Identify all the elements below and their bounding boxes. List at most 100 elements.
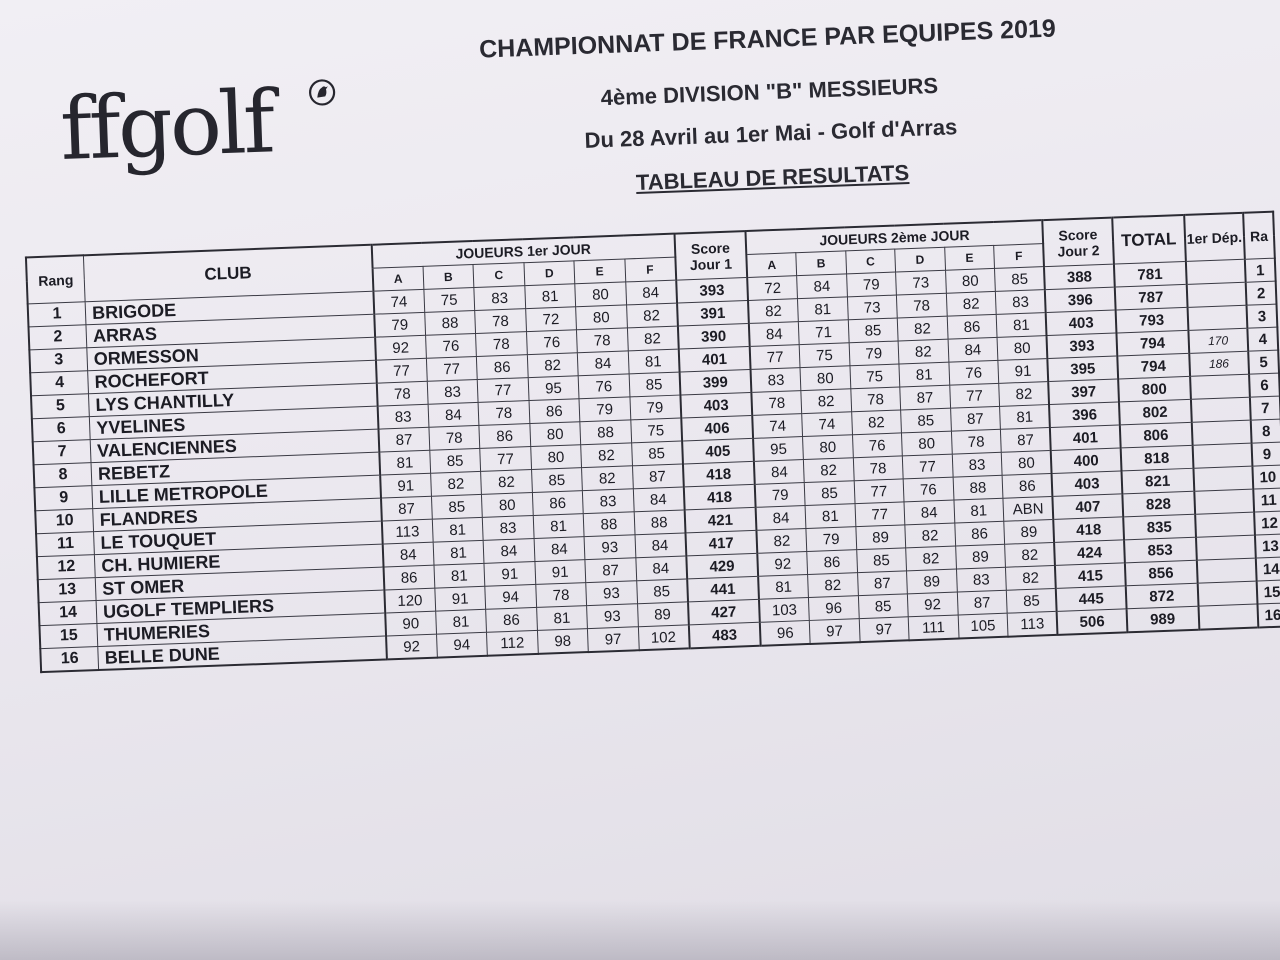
day1-player-e-cell: 80 (574, 281, 627, 307)
day1-player-c-cell: 86 (476, 354, 528, 380)
score-day1-cell: 401 (678, 346, 751, 373)
day2-player-b-cell: 82 (807, 572, 858, 598)
rank-repeat-cell: 3 (1246, 304, 1278, 329)
total-cell: 818 (1120, 445, 1194, 471)
total-cell: 781 (1113, 261, 1187, 288)
total-header: TOTAL (1112, 214, 1186, 265)
day1-player-b-cell: 94 (436, 632, 488, 658)
day2-player-f-cell: 82 (1005, 565, 1057, 591)
first-departure-cell: 186 (1188, 351, 1250, 377)
total-cell: 853 (1123, 537, 1197, 563)
rank-repeat-cell: 14 (1255, 556, 1280, 582)
day2-player-c-cell: 82 (851, 409, 902, 435)
day2-player-b-cell: 97 (809, 618, 860, 644)
day2-player-b-cell: 84 (796, 273, 848, 299)
sheet-content: ffgolf CHAMPIONNAT DE FRANCE PAR EQUIPES… (0, 0, 1280, 960)
day2-player-d-cell: 85 (900, 408, 952, 433)
rank-cell: 14 (38, 600, 98, 626)
championship-title: CHAMPIONNAT DE FRANCE PAR EQUIPES 2019 (478, 14, 1057, 64)
day1-player-a-cell: 74 (373, 289, 425, 315)
day2-player-d-cell: 111 (908, 615, 959, 641)
day1-player-f-cell: 87 (632, 463, 684, 489)
day2-player-d-cell: 82 (905, 546, 957, 571)
first-departure-cell (1196, 558, 1257, 584)
day1-player-e-cell: 83 (582, 488, 634, 514)
day2-player-c-cell: 85 (856, 547, 907, 573)
first-departure-header: 1er Dép. (1183, 212, 1245, 262)
day2-player-b-cell: 74 (801, 411, 853, 437)
total-cell: 793 (1115, 307, 1188, 334)
score-day1-cell: 421 (684, 507, 757, 533)
day2-player-e-cell: 83 (951, 452, 1003, 478)
day2-player-e-cell: 84 (947, 337, 999, 363)
rank-cell: 13 (37, 577, 97, 603)
day2-player-a-cell: 84 (753, 459, 805, 485)
total-cell: 806 (1119, 422, 1193, 448)
day2-player-a-cell: 82 (756, 528, 807, 554)
total-cell: 794 (1116, 330, 1189, 356)
day1-player-c-cell: 77 (479, 446, 532, 472)
day2-player-f-cell: 81 (999, 404, 1051, 430)
score-day2-cell: 400 (1051, 447, 1122, 474)
day1-player-a-cell: 77 (375, 358, 427, 384)
score-day1-cell: 406 (680, 415, 754, 442)
score-day2-cell: 395 (1047, 355, 1118, 382)
d2-player-c-header: C (845, 249, 896, 274)
day2-player-a-cell: 82 (748, 298, 799, 324)
day1-player-d-cell: 81 (536, 605, 588, 631)
day2-player-a-cell: 83 (750, 367, 801, 393)
day2-player-d-cell: 89 (906, 569, 957, 594)
day2-player-a-cell: 95 (753, 436, 804, 462)
rank-cell: 3 (29, 347, 88, 373)
table-heading: TABLEAU DE RESULTATS (635, 160, 910, 196)
rank-cell: 2 (28, 324, 87, 350)
day2-player-d-cell: 87 (899, 385, 951, 410)
day2-player-e-cell: 87 (956, 590, 1008, 616)
day2-player-f-cell: 85 (994, 266, 1046, 292)
day2-player-a-cell: 103 (759, 597, 810, 623)
day2-player-b-cell: 71 (798, 319, 849, 345)
rank-repeat-cell: 7 (1249, 396, 1280, 421)
day1-player-a-cell: 113 (381, 519, 433, 545)
day1-player-d-cell: 95 (527, 375, 580, 401)
day2-player-f-cell: 87 (1000, 427, 1052, 453)
day2-player-f-cell: 85 (1006, 588, 1057, 614)
day1-player-e-cell: 76 (578, 373, 630, 399)
day2-player-d-cell: 82 (898, 339, 949, 364)
day2-player-b-cell: 82 (803, 457, 854, 483)
rank-repeat-cell: 8 (1250, 419, 1280, 444)
day2-player-b-cell: 79 (806, 526, 857, 552)
rank-cell: 9 (34, 485, 93, 511)
score-day1-cell: 403 (680, 392, 753, 419)
day2-player-a-cell: 74 (752, 413, 803, 439)
day1-player-d-cell: 81 (524, 283, 576, 309)
score-day1-cell: 405 (681, 438, 754, 464)
first-departure-cell (1189, 374, 1250, 400)
day1-player-a-cell: 78 (376, 381, 428, 407)
score-day2-cell: 407 (1052, 493, 1124, 520)
first-departure-cell (1185, 259, 1246, 285)
day2-player-e-cell: 76 (948, 360, 999, 386)
score-day1-cell: 418 (682, 461, 755, 487)
results-table: Rang CLUB JOUEURS 1er JOUR Score Jour 1 … (24, 210, 1280, 674)
day1-player-d-cell: 81 (532, 513, 585, 539)
first-departure-cell (1193, 466, 1254, 492)
day1-player-b-cell: 83 (426, 379, 479, 405)
score-day2-cell: 396 (1049, 401, 1120, 428)
score-day2-cell: 445 (1056, 585, 1127, 612)
day1-player-e-cell: 78 (576, 327, 628, 353)
rank-repeat-cell: 4 (1247, 327, 1279, 352)
day1-player-f-cell: 85 (636, 578, 688, 604)
day2-player-c-cell: 73 (847, 295, 898, 320)
day1-player-b-cell: 75 (423, 287, 475, 313)
score-day2-cell: 401 (1050, 424, 1121, 451)
day1-player-a-cell: 83 (377, 404, 429, 430)
day1-player-c-cell: 82 (480, 469, 533, 495)
score-day2-cell: 396 (1045, 287, 1116, 313)
day2-player-d-cell: 76 (903, 477, 954, 502)
score-day1-cell: 418 (683, 484, 756, 510)
rank-repeat-cell: 11 (1253, 487, 1280, 513)
day2-player-a-cell: 84 (755, 505, 807, 531)
day2-player-b-cell: 86 (806, 549, 858, 575)
day1-player-f-cell: 75 (630, 418, 682, 443)
